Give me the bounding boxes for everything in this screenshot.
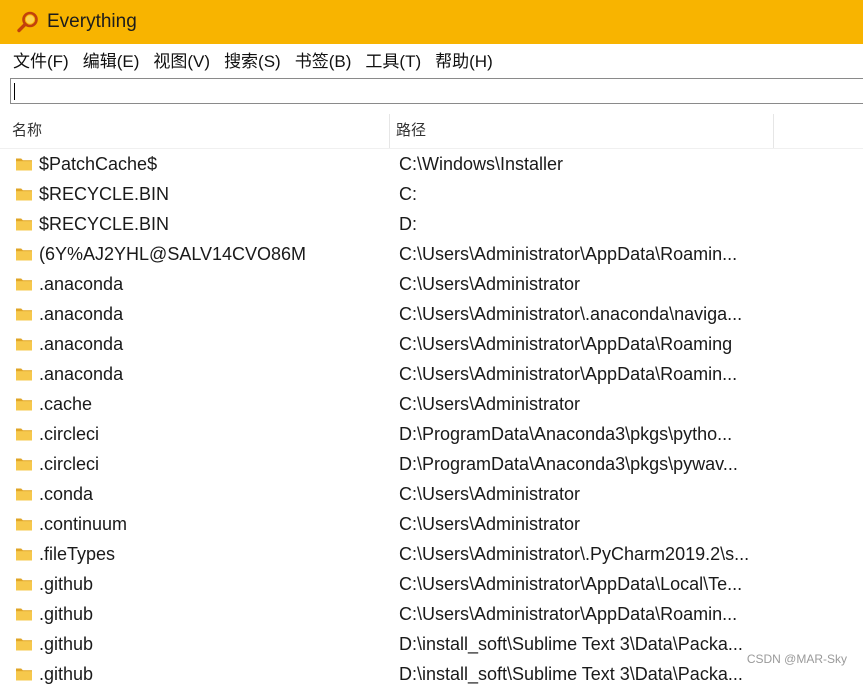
table-row[interactable]: .continuum C:\Users\Administrator <box>0 509 863 539</box>
menu-search[interactable]: 搜索(S) <box>210 47 281 72</box>
row-path: C:\Users\Administrator\AppData\Roaming <box>399 334 733 354</box>
table-row[interactable]: $RECYCLE.BIN D: <box>0 209 863 239</box>
table-row[interactable]: $PatchCache$ C:\Windows\Installer <box>0 149 863 179</box>
row-path: C:\Users\Administrator\.anaconda\naviga.… <box>399 304 743 324</box>
row-path: D:\ProgramData\Anaconda3\pkgs\pytho... <box>399 424 733 444</box>
row-name: .fileTypes <box>39 544 116 564</box>
menu-bar: 文件(F) 编辑(E) 视图(V) 搜索(S) 书签(B) 工具(T) 帮助(H… <box>0 44 863 74</box>
menu-help[interactable]: 帮助(H) <box>421 47 493 72</box>
row-name: .anaconda <box>39 364 124 384</box>
table-row[interactable]: .fileTypes C:\Users\Administrator\.PyChar… <box>0 539 863 569</box>
folder-icon <box>15 425 33 443</box>
row-name: .github <box>39 634 94 654</box>
row-path: D:\ProgramData\Anaconda3\pkgs\pywav... <box>399 454 738 474</box>
row-path: C:\Users\Administrator <box>399 394 581 414</box>
column-header-name[interactable]: 名称 <box>12 114 42 148</box>
results-list: $PatchCache$ C:\Windows\Installer $RECYCLE… <box>0 149 863 689</box>
table-row[interactable]: .circleci D:\ProgramData\Anaconda3\pkgs\p… <box>0 449 863 479</box>
row-path: C:\Users\Administrator <box>399 514 581 534</box>
row-name: (6Y%AJ2YHL@SALV14CVO86M <box>39 244 307 264</box>
row-path: C:\Users\Administrator\AppData\Roamin... <box>399 244 738 264</box>
table-row[interactable]: .circleci D:\ProgramData\Anaconda3\pkgs\p… <box>0 419 863 449</box>
menu-view[interactable]: 视图(V) <box>139 47 210 72</box>
folder-icon <box>15 215 33 233</box>
row-path: C:\Users\Administrator <box>399 274 581 294</box>
row-path: D:\install_soft\Sublime Text 3\Data\Pack… <box>399 634 743 654</box>
folder-icon <box>15 485 33 503</box>
magnifier-icon <box>16 10 40 34</box>
menu-edit[interactable]: 编辑(E) <box>69 47 140 72</box>
table-row[interactable]: .anaconda C:\Users\Administrator\AppData\… <box>0 329 863 359</box>
row-name: $RECYCLE.BIN <box>39 184 170 204</box>
row-path: D:\install_soft\Sublime Text 3\Data\Pack… <box>399 664 743 684</box>
table-row[interactable]: (6Y%AJ2YHL@SALV14CVO86M C:\Users\Administ… <box>0 239 863 269</box>
text-caret <box>14 83 15 100</box>
folder-icon <box>15 395 33 413</box>
row-path: C:\Windows\Installer <box>399 154 564 174</box>
row-name: .anaconda <box>39 334 124 354</box>
table-row[interactable]: .anaconda C:\Users\Administrator\.anacond… <box>0 299 863 329</box>
folder-icon <box>15 515 33 533</box>
row-name: .circleci <box>39 424 100 444</box>
folder-icon <box>15 545 33 563</box>
folder-icon <box>15 275 33 293</box>
search-input[interactable] <box>11 79 863 103</box>
row-path: C:\Users\Administrator\AppData\Local\Te.… <box>399 574 743 594</box>
table-row[interactable]: .conda C:\Users\Administrator <box>0 479 863 509</box>
row-name: .conda <box>39 484 94 504</box>
menu-file[interactable]: 文件(F) <box>0 47 69 72</box>
column-header-path[interactable]: 路径 <box>396 114 426 148</box>
row-name: .anaconda <box>39 304 124 324</box>
table-row[interactable]: .anaconda C:\Users\Administrator <box>0 269 863 299</box>
table-row[interactable]: .anaconda C:\Users\Administrator\AppData\… <box>0 359 863 389</box>
window-title: Everything <box>47 11 137 32</box>
row-name: .cache <box>39 394 93 414</box>
row-path: D: <box>399 214 417 234</box>
folder-icon <box>15 365 33 383</box>
folder-icon <box>15 605 33 623</box>
row-name: $PatchCache$ <box>39 154 158 174</box>
folder-icon <box>15 245 33 263</box>
row-path: C: <box>399 184 417 204</box>
row-name: .anaconda <box>39 274 124 294</box>
row-path: C:\Users\Administrator\AppData\Roamin... <box>399 604 738 624</box>
folder-icon <box>15 575 33 593</box>
row-name: $RECYCLE.BIN <box>39 214 170 234</box>
row-path: C:\Users\Administrator\AppData\Roamin... <box>399 364 738 384</box>
menu-bookmarks[interactable]: 书签(B) <box>281 47 352 72</box>
table-row[interactable]: .github C:\Users\Administrator\AppData\Ro… <box>0 599 863 629</box>
table-row[interactable]: $RECYCLE.BIN C: <box>0 179 863 209</box>
folder-icon <box>15 335 33 353</box>
column-header: 名称 路径 <box>0 114 863 149</box>
folder-icon <box>15 665 33 683</box>
row-path: C:\Users\Administrator <box>399 484 581 504</box>
row-name: .github <box>39 574 94 594</box>
table-row[interactable]: .cache C:\Users\Administrator <box>0 389 863 419</box>
folder-icon <box>15 185 33 203</box>
table-row[interactable]: .github D:\install_soft\Sublime Text 3\Da… <box>0 659 863 689</box>
folder-icon <box>15 455 33 473</box>
row-name: .continuum <box>39 514 128 534</box>
column-divider[interactable] <box>773 114 774 148</box>
row-path: C:\Users\Administrator\.PyCharm2019.2\s.… <box>399 544 750 564</box>
menu-tools[interactable]: 工具(T) <box>351 47 421 72</box>
search-box[interactable] <box>10 78 863 104</box>
folder-icon <box>15 305 33 323</box>
folder-icon <box>15 635 33 653</box>
title-bar: Everything <box>0 0 863 44</box>
row-name: .github <box>39 664 94 684</box>
row-name: .circleci <box>39 454 100 474</box>
column-divider[interactable] <box>389 114 390 148</box>
table-row[interactable]: .github C:\Users\Administrator\AppData\Lo… <box>0 569 863 599</box>
row-name: .github <box>39 604 94 624</box>
table-row[interactable]: .github D:\install_soft\Sublime Text 3\Da… <box>0 629 863 659</box>
watermark: CSDN @MAR-Sky <box>746 652 847 666</box>
folder-icon <box>15 155 33 173</box>
